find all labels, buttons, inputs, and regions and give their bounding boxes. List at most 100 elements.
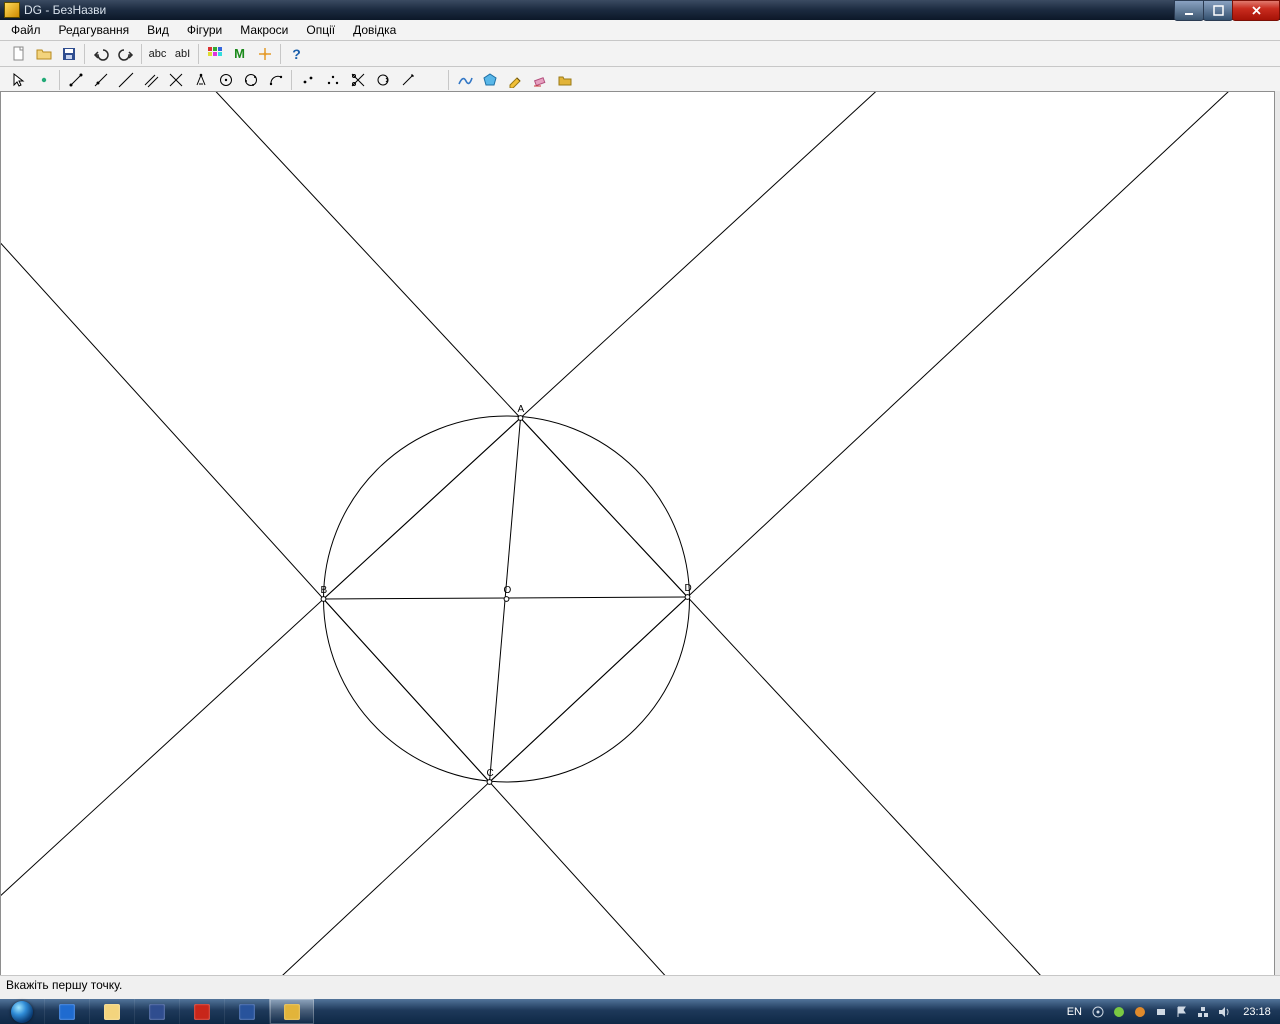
opera-app[interactable] bbox=[179, 999, 224, 1024]
pointer-tool[interactable] bbox=[6, 68, 31, 92]
point-C[interactable] bbox=[487, 780, 492, 785]
undo-button[interactable] bbox=[88, 42, 113, 66]
line-icon bbox=[118, 72, 134, 88]
undo-icon bbox=[93, 46, 109, 62]
volume-icon[interactable] bbox=[1216, 1004, 1232, 1020]
point-B[interactable] bbox=[321, 597, 326, 602]
text-abI-button[interactable]: abI bbox=[170, 42, 195, 66]
point-label-B: B bbox=[321, 585, 328, 596]
opera-app-icon bbox=[194, 1004, 210, 1020]
dg-app-icon bbox=[284, 1004, 300, 1020]
menu-help-label: Довідка bbox=[353, 23, 396, 37]
scissors-icon bbox=[350, 72, 366, 88]
arc-icon bbox=[268, 72, 284, 88]
parallel-tool[interactable] bbox=[138, 68, 163, 92]
point-O[interactable] bbox=[504, 597, 509, 602]
hide-tool[interactable] bbox=[452, 68, 477, 92]
menu-edit[interactable]: Редагування bbox=[50, 20, 139, 40]
point-A[interactable] bbox=[518, 416, 523, 421]
word-app-icon bbox=[239, 1004, 255, 1020]
close-button[interactable] bbox=[1232, 0, 1280, 21]
menu-shapes[interactable]: Фігури bbox=[178, 20, 231, 40]
menu-view-label: Вид bbox=[147, 23, 169, 37]
menu-options[interactable]: Опції bbox=[297, 20, 344, 40]
pencil-icon bbox=[507, 72, 523, 88]
menu-file-label: Файл bbox=[11, 23, 41, 37]
points-2-tool[interactable] bbox=[295, 68, 320, 92]
language-indicator[interactable]: EN bbox=[1067, 1006, 1082, 1018]
m-button[interactable]: M bbox=[227, 42, 252, 66]
minimize-button[interactable] bbox=[1174, 0, 1204, 21]
point-D[interactable] bbox=[685, 595, 690, 600]
rot-icon bbox=[375, 72, 391, 88]
ie-app[interactable] bbox=[44, 999, 89, 1024]
segment-icon bbox=[68, 72, 84, 88]
menu-help[interactable]: Довідка bbox=[344, 20, 405, 40]
device-icon[interactable] bbox=[1153, 1004, 1169, 1020]
intersection-tool[interactable] bbox=[163, 68, 188, 92]
point-label-A: A bbox=[518, 404, 525, 415]
palette-icon bbox=[207, 46, 223, 62]
vec-icon bbox=[400, 72, 416, 88]
point-label-D: D bbox=[685, 583, 692, 594]
circle-3pt-tool[interactable] bbox=[238, 68, 263, 92]
ray-tool[interactable] bbox=[88, 68, 113, 92]
arc-tool[interactable] bbox=[263, 68, 288, 92]
blank-tool[interactable] bbox=[420, 68, 445, 92]
floppy-icon bbox=[61, 46, 77, 62]
pts2-icon bbox=[300, 72, 316, 88]
network-icon[interactable] bbox=[1195, 1004, 1211, 1020]
paint-tool[interactable] bbox=[502, 68, 527, 92]
dot-icon bbox=[36, 72, 52, 88]
circle-center-tool[interactable] bbox=[213, 68, 238, 92]
cursor-icon bbox=[11, 72, 27, 88]
wifi-icon[interactable] bbox=[1090, 1004, 1106, 1020]
text-abc-button[interactable]: abc bbox=[145, 42, 170, 66]
update-icon[interactable] bbox=[1132, 1004, 1148, 1020]
antivirus-icon[interactable] bbox=[1111, 1004, 1127, 1020]
menu-macros[interactable]: Макроси bbox=[231, 20, 297, 40]
title-bar: DG - БезНазви bbox=[0, 0, 1280, 20]
line-tool[interactable] bbox=[113, 68, 138, 92]
ie-app-icon bbox=[59, 1004, 75, 1020]
help-button[interactable]: ? bbox=[284, 42, 309, 66]
palette-button[interactable] bbox=[202, 42, 227, 66]
explorer-app[interactable] bbox=[89, 999, 134, 1024]
delete-tool[interactable] bbox=[552, 68, 577, 92]
erase-tool[interactable] bbox=[527, 68, 552, 92]
drawing-canvas[interactable]: ABCDO bbox=[0, 91, 1275, 980]
points-3-tool[interactable] bbox=[320, 68, 345, 92]
dg-app[interactable] bbox=[269, 999, 314, 1024]
vertical-scrollbar[interactable] bbox=[1275, 91, 1280, 980]
start-orb-icon bbox=[11, 1001, 33, 1023]
rotate-tool[interactable] bbox=[370, 68, 395, 92]
axes-button[interactable] bbox=[252, 42, 277, 66]
folder-icon bbox=[36, 46, 52, 62]
toolbar-tools bbox=[0, 67, 1280, 93]
save-button[interactable] bbox=[56, 42, 81, 66]
clock[interactable]: 23:18 bbox=[1240, 1006, 1274, 1018]
maximize-button[interactable] bbox=[1203, 0, 1233, 21]
menu-shapes-label: Фігури bbox=[187, 23, 222, 37]
menu-view[interactable]: Вид bbox=[138, 20, 178, 40]
point-label-C: C bbox=[487, 768, 494, 779]
redo-button[interactable] bbox=[113, 42, 138, 66]
folder2-icon bbox=[557, 72, 573, 88]
axes-icon bbox=[257, 46, 273, 62]
open-file-button[interactable] bbox=[31, 42, 56, 66]
start-button[interactable] bbox=[0, 999, 44, 1024]
toolbar-standard: abcabI M? bbox=[0, 41, 1280, 67]
point-tool[interactable] bbox=[31, 68, 56, 92]
vector-tool[interactable] bbox=[395, 68, 420, 92]
angle-tool[interactable] bbox=[188, 68, 213, 92]
menu-file[interactable]: Файл bbox=[2, 20, 50, 40]
save-app[interactable] bbox=[134, 999, 179, 1024]
flag-icon[interactable] bbox=[1174, 1004, 1190, 1020]
word-app[interactable] bbox=[224, 999, 269, 1024]
menu-bar: Файл Редагування Вид Фігури Макроси Опці… bbox=[0, 20, 1280, 41]
fill-tool[interactable] bbox=[477, 68, 502, 92]
explorer-app-icon bbox=[104, 1004, 120, 1020]
new-file-button[interactable] bbox=[6, 42, 31, 66]
scissors-tool[interactable] bbox=[345, 68, 370, 92]
segment-tool[interactable] bbox=[63, 68, 88, 92]
